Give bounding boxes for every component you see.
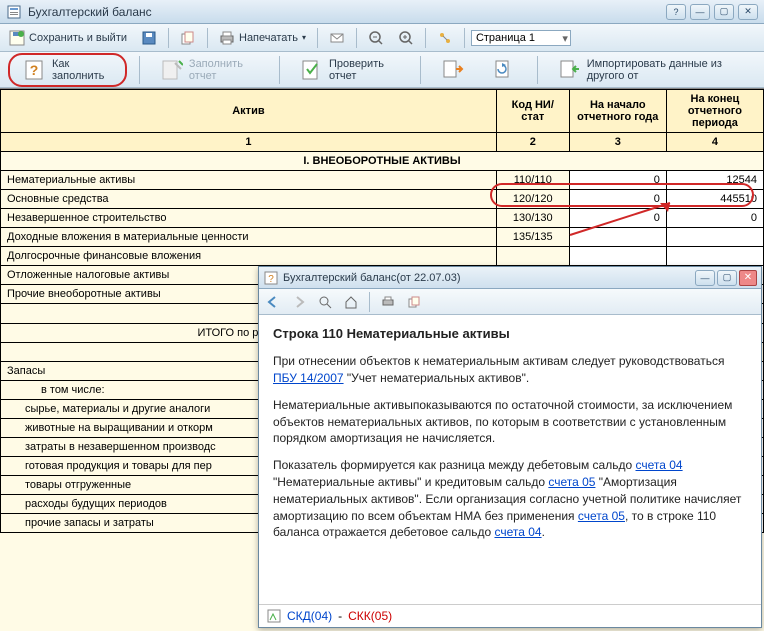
svg-text:?: ? <box>268 274 274 285</box>
window-close-button[interactable]: ✕ <box>738 4 758 20</box>
fill-report-label: Заполнить отчет <box>189 58 258 82</box>
print-label: Напечатать <box>239 32 298 44</box>
svg-text:?: ? <box>30 62 39 78</box>
save-exit-label: Сохранить и выйти <box>29 32 127 44</box>
skd-label[interactable]: СКД(04) <box>287 609 332 623</box>
popup-maximize-button[interactable]: ▢ <box>717 270 737 286</box>
toolbar-primary: Сохранить и выйти Напечатать ▾ Страница … <box>0 24 764 52</box>
zoom-out-button[interactable] <box>363 27 389 49</box>
table-row: Долгосрочные финансовые вложения <box>1 247 764 266</box>
save-exit-button[interactable]: Сохранить и выйти <box>4 27 132 49</box>
check-report-label: Проверить отчет <box>329 58 399 82</box>
popup-para-1: При отнесении объектов к нематериальным … <box>273 353 747 387</box>
import-icon <box>559 59 581 81</box>
popup-back-button[interactable] <box>263 292 283 312</box>
table-row: Нематериальные активы 110/110 0 12544 <box>1 171 764 190</box>
window-maximize-button[interactable]: ▢ <box>714 4 734 20</box>
popup-heading: Строка 110 Нематериальные активы <box>273 325 747 343</box>
popup-minimize-button[interactable]: — <box>695 270 715 286</box>
colnum-2: 2 <box>496 133 569 152</box>
link-acct05-1[interactable]: счета 05 <box>548 475 595 489</box>
link-acct04-2[interactable]: счета 04 <box>494 525 541 539</box>
popup-forward-button[interactable] <box>289 292 309 312</box>
check-report-button[interactable]: Проверить отчет <box>292 53 408 87</box>
popup-icon: ? <box>263 270 279 286</box>
popup-print-button[interactable] <box>378 292 398 312</box>
dropdown-icon: ▾ <box>302 33 306 42</box>
popup-close-button[interactable]: ✕ <box>739 270 757 286</box>
popup-titlebar: ? Бухгалтерский баланс(от 22.07.03) — ▢ … <box>259 267 761 289</box>
zoom-out-icon <box>368 30 384 46</box>
formula-icon <box>267 609 281 623</box>
zoom-in-icon <box>398 30 414 46</box>
popup-para-2: Нематериальные активыпоказываются по ост… <box>273 397 747 447</box>
printer-icon <box>219 30 235 46</box>
popup-copy-button[interactable] <box>404 292 424 312</box>
copy-icon <box>180 30 196 46</box>
window-help-button[interactable]: ? <box>666 4 686 20</box>
col-code-header: Код НИ/стат <box>496 90 569 133</box>
print-button[interactable]: Напечатать ▾ <box>214 27 311 49</box>
colnum-3: 3 <box>569 133 666 152</box>
popup-footer: СКД(04) - СКК(05) <box>259 604 761 627</box>
popup-toolbar <box>259 289 761 315</box>
colnum-4: 4 <box>666 133 763 152</box>
table-row: Доходные вложения в материальные ценност… <box>1 228 764 247</box>
col-asset-header: Актив <box>1 90 497 133</box>
col-begin-header: На начало отчетного года <box>569 90 666 133</box>
envelope-icon <box>329 30 345 46</box>
col-end-header: На конец отчетного периода <box>666 90 763 133</box>
window-minimize-button[interactable]: — <box>690 4 710 20</box>
export-button[interactable] <box>433 54 473 86</box>
popup-find-button[interactable] <box>315 292 335 312</box>
fill-report-button[interactable]: Заполнить отчет <box>152 53 267 87</box>
fill-icon <box>161 59 183 81</box>
window-titlebar: Бухгалтерский баланс ? — ▢ ✕ <box>0 0 764 24</box>
import-label: Импортировать данные из другого от <box>587 58 747 82</box>
colnum-1: 1 <box>1 133 497 152</box>
check-icon <box>301 59 323 81</box>
how-to-fill-label: Как заполнить <box>52 58 111 82</box>
page-selector[interactable]: Страница 1 <box>471 30 571 46</box>
table-row: Незавершенное строительство 130/130 0 0 <box>1 209 764 228</box>
refresh-button[interactable] <box>485 54 525 86</box>
email-button[interactable] <box>324 27 350 49</box>
link-acct05-2[interactable]: счета 05 <box>578 509 625 523</box>
how-to-fill-button[interactable]: ? Как заполнить <box>8 53 127 87</box>
help-popup: ? Бухгалтерский баланс(от 22.07.03) — ▢ … <box>258 266 762 628</box>
export-icon <box>442 59 464 81</box>
skk-label[interactable]: СКК(05) <box>348 609 392 623</box>
table-row: Основные средства 120/120 0 445510 <box>1 190 764 209</box>
zoom-in-button[interactable] <box>393 27 419 49</box>
question-icon: ? <box>24 59 46 81</box>
app-icon <box>6 4 22 20</box>
import-button[interactable]: Импортировать данные из другого от <box>550 53 756 87</box>
popup-home-button[interactable] <box>341 292 361 312</box>
toolbar-secondary: ? Как заполнить Заполнить отчет Проверит… <box>0 52 764 88</box>
save-button[interactable] <box>136 27 162 49</box>
disk-icon <box>141 30 157 46</box>
link-acct04-1[interactable]: счета 04 <box>636 458 683 472</box>
popup-para-3: Показатель формируется как разница между… <box>273 457 747 541</box>
popup-body: Строка 110 Нематериальные активы При отн… <box>259 315 761 604</box>
link-pbu[interactable]: ПБУ 14/2007 <box>273 371 344 385</box>
links-button[interactable] <box>432 27 458 49</box>
popup-title: Бухгалтерский баланс(от 22.07.03) <box>283 272 695 284</box>
window-title: Бухгалтерский баланс <box>28 5 666 19</box>
copy-button[interactable] <box>175 27 201 49</box>
save-icon <box>9 30 25 46</box>
link-icon <box>437 30 453 46</box>
refresh-icon <box>494 59 516 81</box>
section-1-header: I. ВНЕОБОРОТНЫЕ АКТИВЫ <box>1 152 764 171</box>
